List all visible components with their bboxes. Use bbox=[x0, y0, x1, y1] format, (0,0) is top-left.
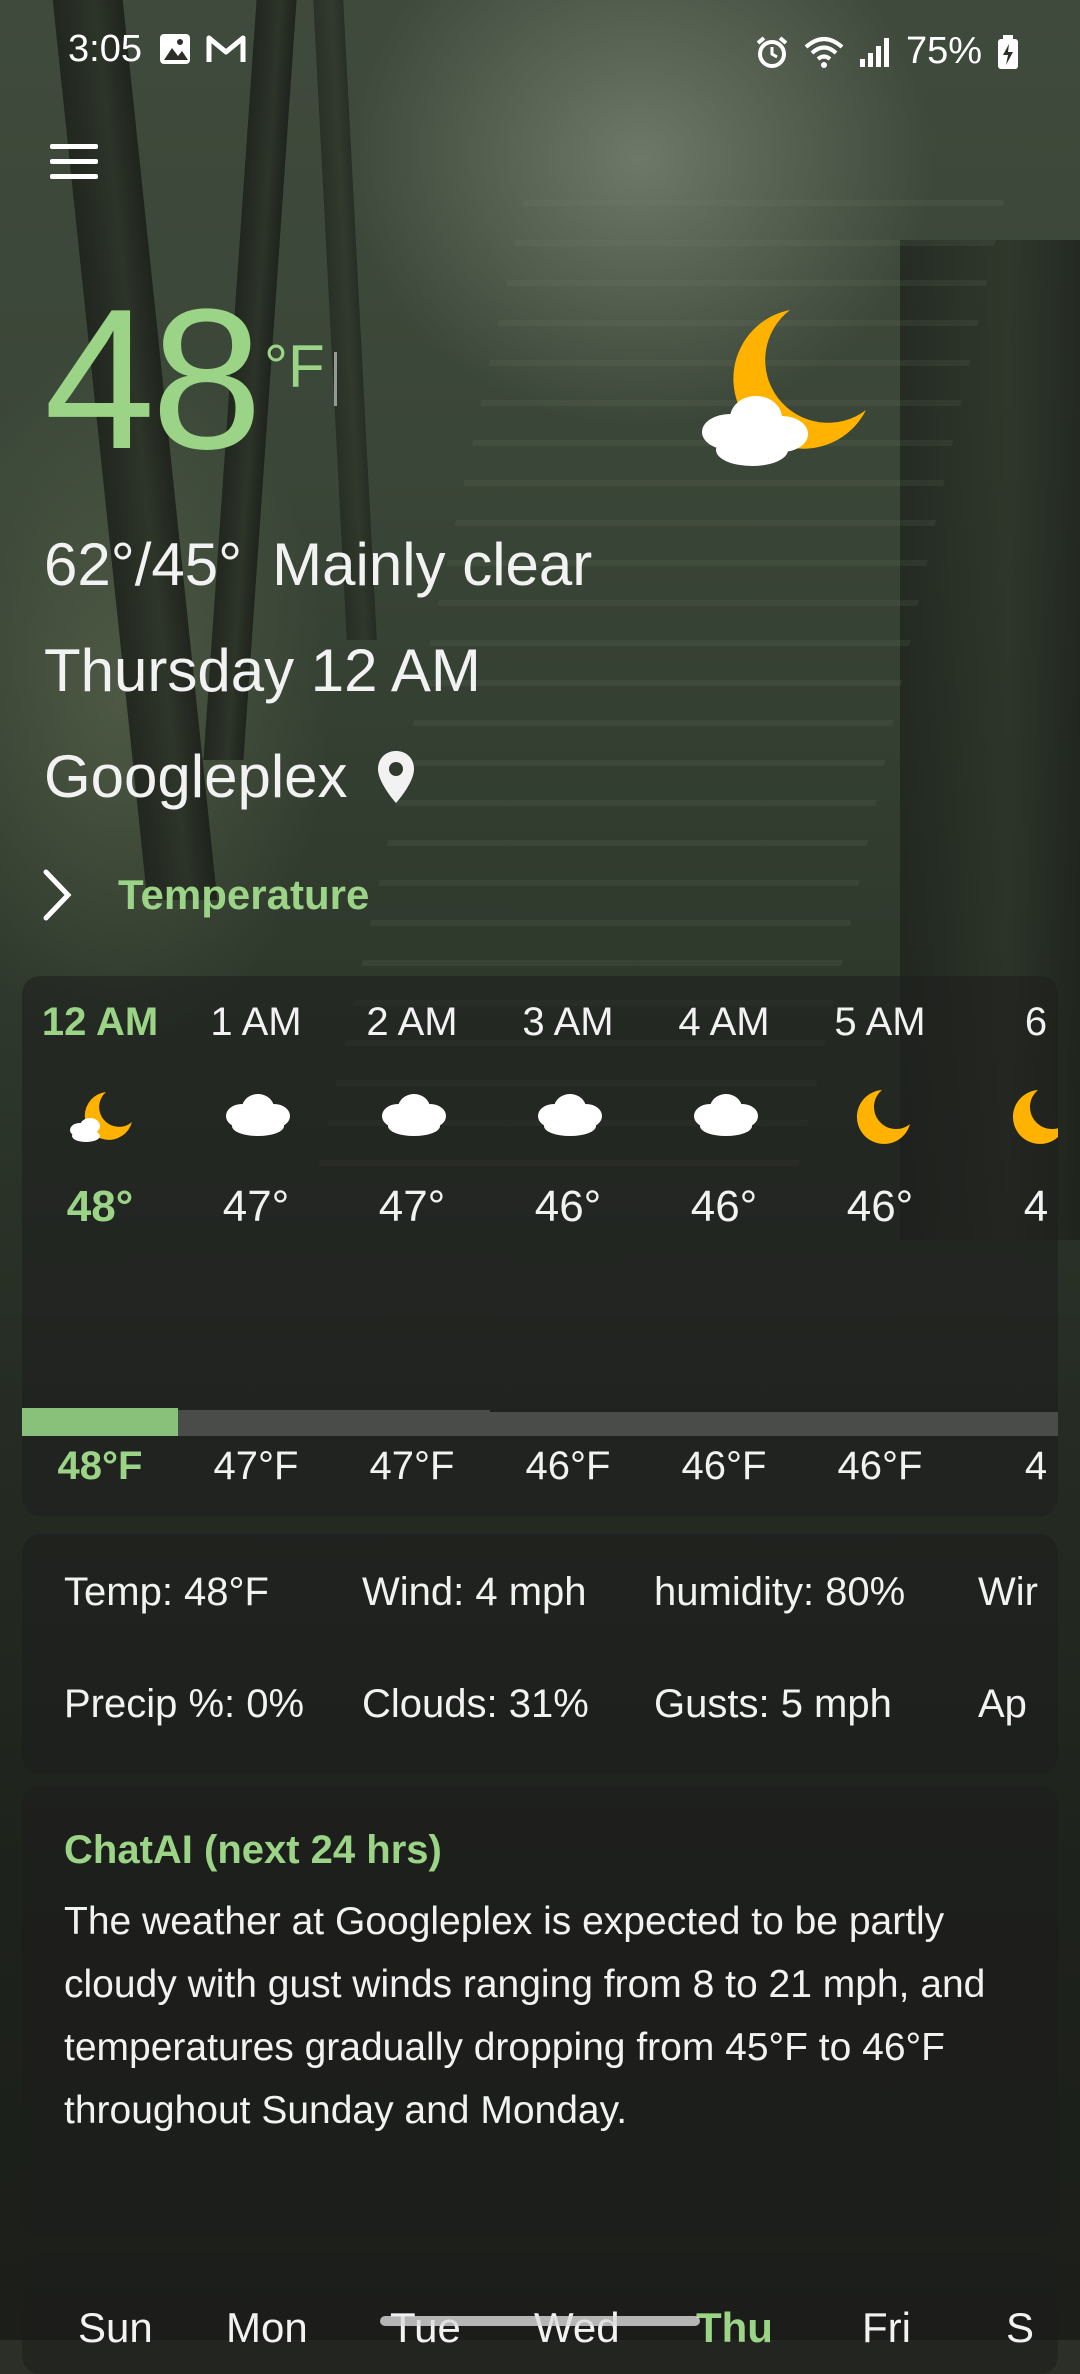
hour-temp: 46° bbox=[534, 1182, 602, 1231]
current-temperature: 48 bbox=[44, 268, 262, 491]
detail-wind-dir: Wir bbox=[978, 1570, 1038, 1614]
detail-gusts: Gusts: 5 mph bbox=[654, 1682, 892, 1726]
hour-icon-wrap bbox=[66, 1086, 136, 1146]
hour-icon-wrap bbox=[846, 1086, 916, 1146]
hour-icon-wrap bbox=[1002, 1086, 1058, 1146]
wifi-icon bbox=[804, 36, 844, 68]
detail-wind: Wind: 4 mph bbox=[362, 1570, 587, 1614]
hour-column[interactable]: 3 AM 46° 46°F bbox=[490, 976, 646, 1516]
hour-temp-bar bbox=[958, 1412, 1058, 1436]
location-row[interactable]: Googleplex bbox=[44, 742, 416, 811]
cloudy-icon bbox=[226, 1094, 290, 1136]
day-tab-wed[interactable]: Wed bbox=[534, 2304, 620, 2352]
battery-percent: 75% bbox=[905, 30, 982, 72]
day-tab-tue[interactable]: Tue bbox=[390, 2304, 461, 2352]
battery-icon bbox=[998, 34, 1018, 69]
moon-icon bbox=[1012, 1090, 1058, 1144]
detail-apparent: Ap bbox=[978, 1682, 1027, 1726]
location-name[interactable]: Googleplex bbox=[44, 742, 348, 811]
partly-cloudy-night-icon bbox=[70, 1092, 132, 1142]
hour-label: 1 AM bbox=[210, 1000, 302, 1044]
moon-icon bbox=[856, 1090, 910, 1144]
hour-temp-bar bbox=[178, 1410, 334, 1436]
hour-bar-label: 4 bbox=[1024, 1444, 1048, 1488]
status-time: 3:05 bbox=[68, 28, 142, 70]
alarm-icon bbox=[756, 35, 788, 68]
hour-column[interactable]: 4 AM 46° 46°F bbox=[646, 976, 802, 1516]
hour-bar-label: 47°F bbox=[369, 1444, 455, 1488]
cloudy-icon bbox=[694, 1094, 758, 1136]
hour-bar-label: 46°F bbox=[837, 1444, 923, 1488]
hour-temp: 46° bbox=[846, 1182, 914, 1231]
detail-temp: Temp: 48°F bbox=[64, 1570, 269, 1614]
cloudy-icon bbox=[382, 1094, 446, 1136]
status-right-icons: 75% bbox=[754, 30, 1020, 73]
hour-temp-bar bbox=[334, 1410, 490, 1436]
gmail-icon bbox=[206, 35, 246, 62]
hour-temp-bar bbox=[490, 1412, 646, 1436]
chatai-summary: The weather at Googleplex is expected to… bbox=[64, 1900, 986, 2132]
hi-lo-condition: 62°/45° Mainly clear bbox=[44, 530, 592, 599]
hour-temp: 4 bbox=[1023, 1182, 1049, 1231]
status-left-icons bbox=[158, 32, 246, 66]
day-tab-fri[interactable]: Fri bbox=[862, 2304, 911, 2352]
hi-lo-temps: 62°/45° bbox=[44, 531, 243, 598]
detail-precip: Precip %: 0% bbox=[64, 1682, 305, 1726]
hourly-forecast-panel[interactable]: 12 AM 48° 48°F 1 AM 47° 47°F 2 AM 47° 47°F 3 AM 46… bbox=[22, 976, 1058, 1516]
hour-bar-label: 48°F bbox=[57, 1444, 143, 1488]
day-tab-mon[interactable]: Mon bbox=[226, 2304, 308, 2352]
hour-temp: 47° bbox=[378, 1182, 446, 1231]
temperature-unit[interactable]: °F bbox=[264, 332, 325, 401]
day-tab-thu[interactable]: Thu bbox=[696, 2304, 773, 2352]
day-time: Thursday 12 AM bbox=[44, 637, 481, 704]
hour-column[interactable]: 6 4 4 bbox=[958, 976, 1058, 1516]
gesture-handle[interactable] bbox=[380, 2316, 700, 2326]
hour-temp-bar bbox=[802, 1412, 958, 1436]
hour-bar-label: 46°F bbox=[681, 1444, 767, 1488]
partly-cloudy-night-icon bbox=[702, 310, 866, 466]
unit-divider bbox=[334, 352, 337, 406]
hour-label: 12 AM bbox=[41, 1000, 159, 1044]
hour-label: 6 bbox=[1024, 1000, 1048, 1044]
details-panel[interactable]: Temp: 48°F Wind: 4 mph humidity: 80% Wir… bbox=[22, 1534, 1058, 1774]
hour-icon-wrap bbox=[690, 1086, 760, 1146]
hour-temp: 46° bbox=[690, 1182, 758, 1231]
condition-text: Mainly clear bbox=[272, 531, 593, 598]
hour-temp: 48° bbox=[66, 1182, 134, 1231]
hour-column[interactable]: 12 AM 48° 48°F bbox=[22, 976, 178, 1516]
hour-temp-bar bbox=[22, 1408, 178, 1436]
hour-icon-wrap bbox=[534, 1086, 604, 1146]
location-pin-icon[interactable] bbox=[376, 749, 416, 805]
detail-clouds: Clouds: 31% bbox=[362, 1682, 589, 1726]
chatai-panel: ChatAI (next 24 hrs) The weather at Goog… bbox=[22, 1786, 1058, 2236]
hour-bar-label: 46°F bbox=[525, 1444, 611, 1488]
menu-icon[interactable] bbox=[50, 144, 98, 184]
signal-icon bbox=[859, 37, 889, 67]
hour-column[interactable]: 5 AM 46° 46°F bbox=[802, 976, 958, 1516]
day-tab-sat[interactable]: S bbox=[1006, 2304, 1034, 2352]
day-tabs[interactable]: Sun Mon Tue Wed Thu Fri S bbox=[22, 2254, 1058, 2374]
section-label[interactable]: Temperature bbox=[118, 871, 369, 919]
chatai-title: ChatAI (next 24 hrs) bbox=[64, 1828, 442, 1872]
cloudy-icon bbox=[538, 1094, 602, 1136]
hour-icon-wrap bbox=[378, 1086, 448, 1146]
detail-humidity: humidity: 80% bbox=[654, 1570, 906, 1614]
hourly-scroll-row[interactable]: 12 AM 48° 48°F 1 AM 47° 47°F 2 AM 47° 47°F 3 AM 46… bbox=[22, 976, 1058, 1516]
image-icon bbox=[160, 34, 190, 64]
hour-bar-label: 47°F bbox=[213, 1444, 299, 1488]
hour-label: 5 AM bbox=[834, 1000, 926, 1044]
hour-label: 4 AM bbox=[678, 1000, 770, 1044]
hour-column[interactable]: 1 AM 47° 47°F bbox=[178, 976, 334, 1516]
hour-temp-bar bbox=[646, 1412, 802, 1436]
chevron-right-icon[interactable] bbox=[40, 868, 74, 922]
hour-label: 3 AM bbox=[522, 1000, 614, 1044]
hour-label: 2 AM bbox=[366, 1000, 458, 1044]
day-tab-sun[interactable]: Sun bbox=[78, 2304, 153, 2352]
hour-column[interactable]: 2 AM 47° 47°F bbox=[334, 976, 490, 1516]
status-bar: 3:05 75% bbox=[0, 0, 1080, 100]
section-toggle[interactable]: Temperature bbox=[40, 868, 369, 922]
hour-icon-wrap bbox=[222, 1086, 292, 1146]
hour-temp: 47° bbox=[222, 1182, 290, 1231]
